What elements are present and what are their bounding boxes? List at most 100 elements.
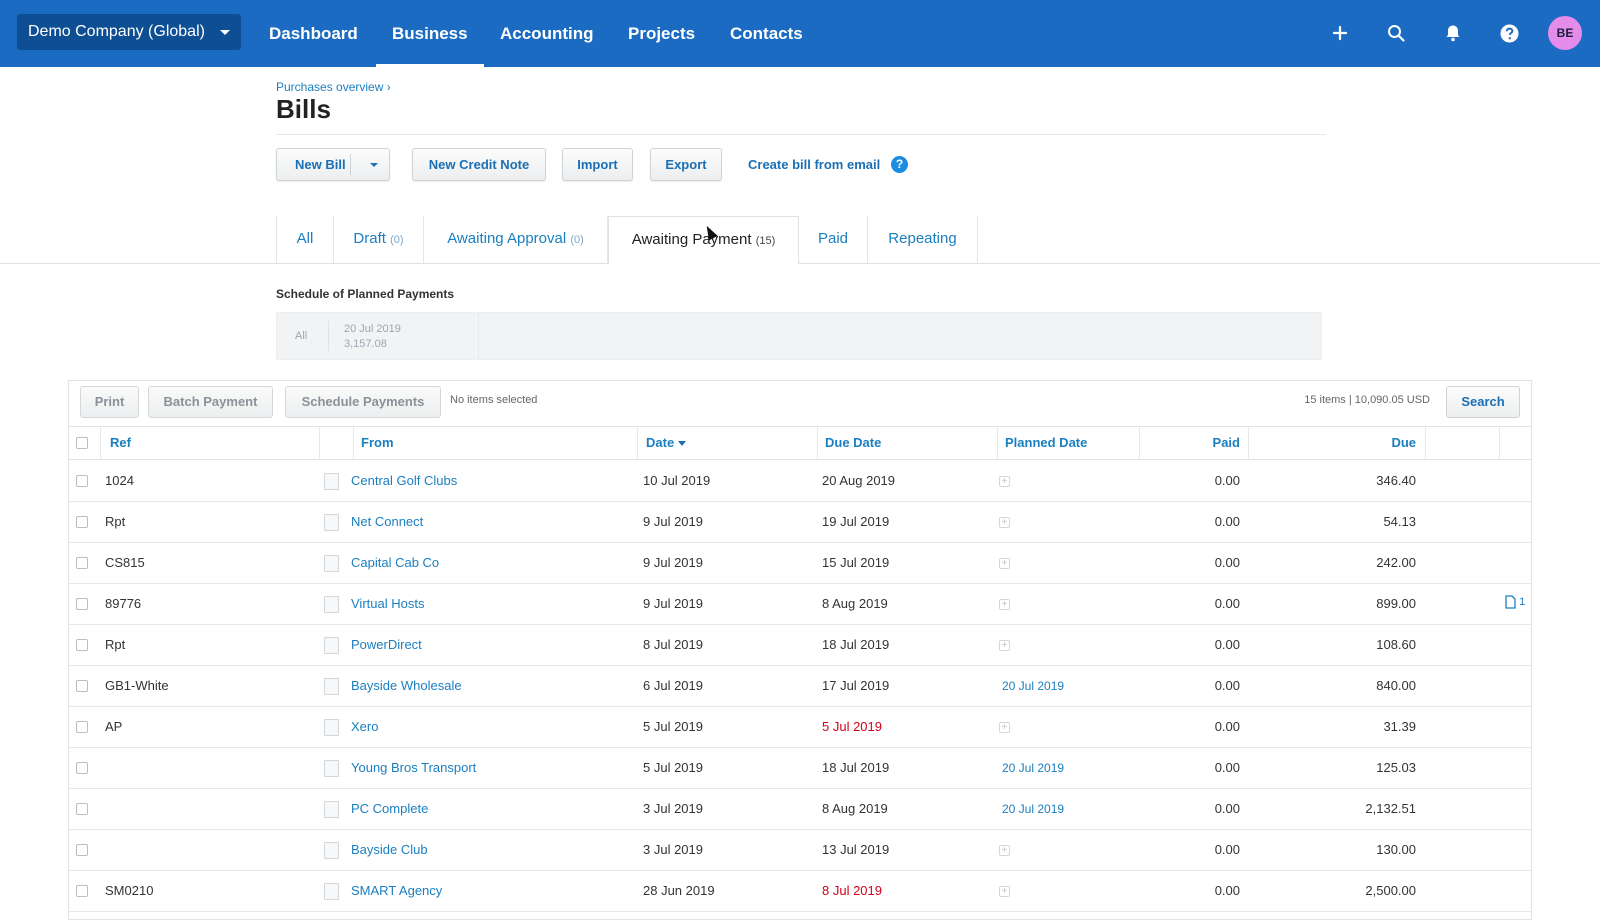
cell-from[interactable]: PC Complete [351,789,428,829]
cell-planned-date[interactable]: 20 Jul 2019 [1002,666,1064,706]
tab-paid[interactable]: Paid [799,216,868,264]
cell-from[interactable]: Virtual Hosts [351,584,424,624]
cell-from[interactable]: Capital Cab Co [351,543,439,583]
column-paid[interactable]: Paid [1148,427,1240,459]
table-row[interactable]: Bayside Club 3 Jul 2019 13 Jul 2019 +0.00 13… [68,830,1532,871]
column-planned-date[interactable]: Planned Date [1005,427,1087,459]
batch-payment-button[interactable]: Batch Payment [148,386,273,418]
cell-from[interactable]: Young Bros Transport [351,748,476,788]
nav-projects[interactable]: Projects [628,0,695,67]
schedule-payments-button[interactable]: Schedule Payments [285,386,441,418]
table-row[interactable]: Rpt PowerDirect 8 Jul 2019 18 Jul 2019 +0.00… [68,625,1532,666]
table-row[interactable]: Rpt Net Connect 9 Jul 2019 19 Jul 2019 +0.00… [68,502,1532,543]
cell-ref[interactable]: SM0210 [105,871,153,911]
cell-from[interactable]: PowerDirect [351,625,422,665]
cell-from[interactable]: Bayside Club [351,830,428,870]
help-icon[interactable] [1497,21,1521,45]
cell-date: 9 Jul 2019 [643,596,703,611]
search-button[interactable]: Search [1446,386,1520,418]
table-header: Ref From Date Due Date Planned Date Paid… [68,426,1532,460]
column-due-date[interactable]: Due Date [825,427,881,459]
new-credit-note-button[interactable]: New Credit Note [412,148,546,181]
table-row[interactable]: CS815 Capital Cab Co 9 Jul 2019 15 Jul 2019… [68,543,1532,584]
tab-awaiting-approval[interactable]: Awaiting Approval (0) [424,216,608,264]
table-row[interactable]: PC Complete 3 Jul 2019 8 Aug 2019 20 Jul 20… [68,789,1532,830]
nav-accounting[interactable]: Accounting [500,0,594,67]
table-row[interactable]: Young Bros Transport 5 Jul 2019 18 Jul 201… [68,748,1532,789]
bell-icon[interactable] [1441,21,1465,45]
export-button[interactable]: Export [650,148,722,181]
column-from[interactable]: From [361,427,394,459]
cell-from[interactable]: Xero [351,707,378,747]
nav-contacts[interactable]: Contacts [730,0,803,67]
table-row[interactable]: GB1-White Bayside Wholesale 6 Jul 2019 17 J… [68,666,1532,707]
attachment-icon[interactable]: 1 [1504,595,1525,609]
plus-icon[interactable] [1328,21,1352,45]
row-checkbox[interactable] [76,516,88,528]
cell-ref[interactable]: CS815 [105,543,145,583]
column-due[interactable]: Due [1256,427,1416,459]
totals-summary: 15 items | 10,090.05 USD [1304,394,1430,406]
cell-ref[interactable]: AP [105,707,122,747]
add-planned-date-icon[interactable]: + [999,558,1010,569]
cell-ref[interactable]: GB1-White [105,666,169,706]
button-divider [350,154,351,175]
table-row[interactable]: SM0210 SMART Agency 28 Jun 2019 8 Jul 2019 +… [68,871,1532,912]
document-icon [324,719,339,736]
add-planned-date-icon[interactable]: + [999,886,1010,897]
new-bill-button[interactable]: New Bill [276,148,390,181]
schedule-date-item[interactable]: 20 Jul 2019 3,157.08 [344,322,401,352]
cell-from[interactable]: Central Golf Clubs [351,461,457,501]
row-checkbox[interactable] [76,475,88,487]
cell-ref[interactable]: Rpt [105,502,125,542]
tab-draft[interactable]: Draft (0) [334,216,424,264]
column-ref[interactable]: Ref [110,427,131,459]
row-checkbox[interactable] [76,721,88,733]
cell-ref[interactable]: Rpt [105,625,125,665]
row-checkbox[interactable] [76,639,88,651]
document-icon [324,842,339,859]
nav-business[interactable]: Business [376,0,484,67]
breadcrumb[interactable]: Purchases overview › [276,80,391,94]
row-checkbox[interactable] [76,803,88,815]
print-button[interactable]: Print [80,386,139,418]
add-planned-date-icon[interactable]: + [999,640,1010,651]
tab-awaiting-payment[interactable]: Awaiting Payment (15) [608,216,799,265]
row-checkbox[interactable] [76,885,88,897]
import-button[interactable]: Import [562,148,633,181]
tab-repeating[interactable]: Repeating [868,216,978,264]
avatar[interactable]: BE [1548,16,1582,50]
table-row[interactable]: AP Xero 5 Jul 2019 5 Jul 2019 +0.00 31.39 [68,707,1532,748]
search-icon[interactable] [1384,21,1408,45]
add-planned-date-icon[interactable]: + [999,517,1010,528]
schedule-all[interactable]: All [295,330,307,342]
create-bill-from-email-link[interactable]: Create bill from email [748,157,880,172]
chevron-down-icon[interactable] [370,163,378,167]
row-checkbox[interactable] [76,598,88,610]
add-planned-date-icon[interactable]: + [999,845,1010,856]
tab-all[interactable]: All [276,216,334,264]
select-all-checkbox[interactable] [76,437,88,449]
table-row[interactable]: 89776 Virtual Hosts 9 Jul 2019 8 Aug 2019 +0… [68,584,1532,625]
nav-dashboard[interactable]: Dashboard [269,0,358,67]
row-checkbox[interactable] [76,762,88,774]
add-planned-date-icon[interactable]: + [999,476,1010,487]
help-icon[interactable]: ? [891,156,908,173]
cell-from[interactable]: Bayside Wholesale [351,666,462,706]
table-row[interactable]: 1024 Central Golf Clubs 10 Jul 2019 20 Aug … [68,461,1532,502]
cell-planned-date[interactable]: 20 Jul 2019 [1002,748,1064,788]
add-planned-date-icon[interactable]: + [999,599,1010,610]
cell-from[interactable]: Net Connect [351,502,423,542]
cell-from[interactable]: SMART Agency [351,871,442,911]
add-planned-date-icon[interactable]: + [999,722,1010,733]
organisation-switcher[interactable]: Demo Company (Global) [17,14,241,50]
cell-ref[interactable]: 89776 [105,584,141,624]
row-checkbox[interactable] [76,844,88,856]
cell-planned-date[interactable]: 20 Jul 2019 [1002,789,1064,829]
column-date[interactable]: Date [646,427,687,459]
row-checkbox[interactable] [76,680,88,692]
cell-due: 346.40 [1376,473,1416,488]
cell-ref[interactable]: 1024 [105,461,134,501]
row-checkbox[interactable] [76,557,88,569]
cell-date: 5 Jul 2019 [643,760,703,775]
